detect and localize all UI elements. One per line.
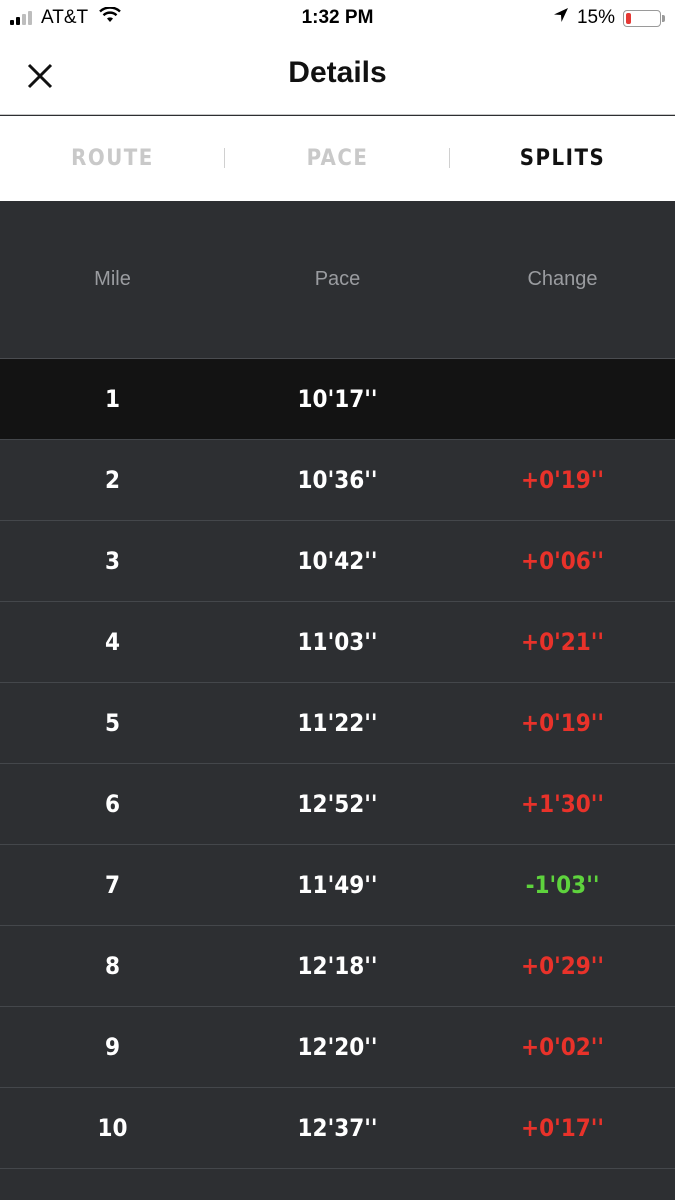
split-change: +0'17'' [521, 1114, 604, 1142]
battery-percent: 15% [576, 7, 615, 28]
split-change: +1'30'' [521, 790, 604, 818]
split-mile: 10 [97, 1114, 128, 1142]
table-row[interactable]: 6 12'52'' +1'30'' [0, 764, 675, 845]
battery-fill [626, 12, 631, 24]
tab-splits-label: SPLITS [519, 146, 606, 171]
page-title: Details [288, 56, 387, 89]
table-row[interactable]: 4 11'03'' +0'21'' [0, 602, 675, 683]
status-right: 15% [553, 7, 665, 29]
split-mile: 6 [104, 790, 121, 818]
nav-header: Details [0, 38, 675, 115]
split-pace: 12'18'' [297, 952, 378, 980]
table-row[interactable]: 5 11'22'' +0'19'' [0, 683, 675, 764]
split-pace: 12'52'' [297, 790, 378, 818]
table-row[interactable]: 9 12'20'' +0'02'' [0, 1007, 675, 1088]
table-body: 1 10'17'' 2 10'36'' +0'19'' 3 10'42'' +0'06'' 4 1… [0, 359, 675, 1169]
table-row[interactable]: 10 12'37'' +0'17'' [0, 1088, 675, 1169]
split-pace: 10'36'' [297, 466, 378, 494]
split-pace: 11'03'' [297, 628, 378, 656]
split-change: +0'19'' [521, 466, 604, 494]
column-header-change: Change [527, 268, 598, 290]
tab-pace[interactable]: PACE [225, 116, 450, 201]
tab-pace-label: PACE [306, 146, 369, 171]
split-pace: 11'49'' [297, 871, 378, 899]
location-icon [553, 7, 569, 29]
split-pace: 12'20'' [297, 1033, 378, 1061]
split-change: +0'21'' [521, 628, 604, 656]
battery-icon [623, 9, 665, 27]
table-row[interactable]: 8 12'18'' +0'29'' [0, 926, 675, 1007]
split-change: +0'29'' [521, 952, 604, 980]
split-mile: 1 [104, 385, 121, 413]
split-mile: 4 [104, 628, 121, 656]
split-mile: 5 [104, 709, 121, 737]
split-change: +0'02'' [521, 1033, 604, 1061]
split-mile: 9 [104, 1033, 121, 1061]
tab-bar: ROUTE PACE SPLITS [0, 116, 675, 201]
split-pace: 12'37'' [297, 1114, 378, 1142]
column-header-pace: Pace [314, 268, 361, 290]
split-mile: 3 [104, 547, 121, 575]
table-row[interactable]: 7 11'49'' -1'03'' [0, 845, 675, 926]
table-row[interactable]: 3 10'42'' +0'06'' [0, 521, 675, 602]
column-header-mile: Mile [94, 268, 131, 290]
tab-route[interactable]: ROUTE [0, 116, 225, 201]
split-mile: 8 [104, 952, 121, 980]
status-bar: AT&T 1:32 PM 15% [0, 0, 675, 38]
table-row[interactable]: 2 10'36'' +0'19'' [0, 440, 675, 521]
split-mile: 7 [104, 871, 121, 899]
split-mile: 2 [104, 466, 121, 494]
tab-route-label: ROUTE [71, 146, 154, 171]
split-change: -1'03'' [525, 871, 600, 899]
table-row[interactable]: 1 10'17'' [0, 359, 675, 440]
split-change: +0'06'' [521, 547, 604, 575]
splits-table[interactable]: Mile Pace Change 1 10'17'' 2 10'36'' +0'19''… [0, 201, 675, 1169]
split-pace: 10'42'' [297, 547, 378, 575]
split-pace: 10'17'' [297, 385, 378, 413]
table-header: Mile Pace Change [0, 201, 675, 359]
split-pace: 11'22'' [297, 709, 378, 737]
split-change: +0'19'' [521, 709, 604, 737]
tab-splits[interactable]: SPLITS [450, 116, 675, 201]
